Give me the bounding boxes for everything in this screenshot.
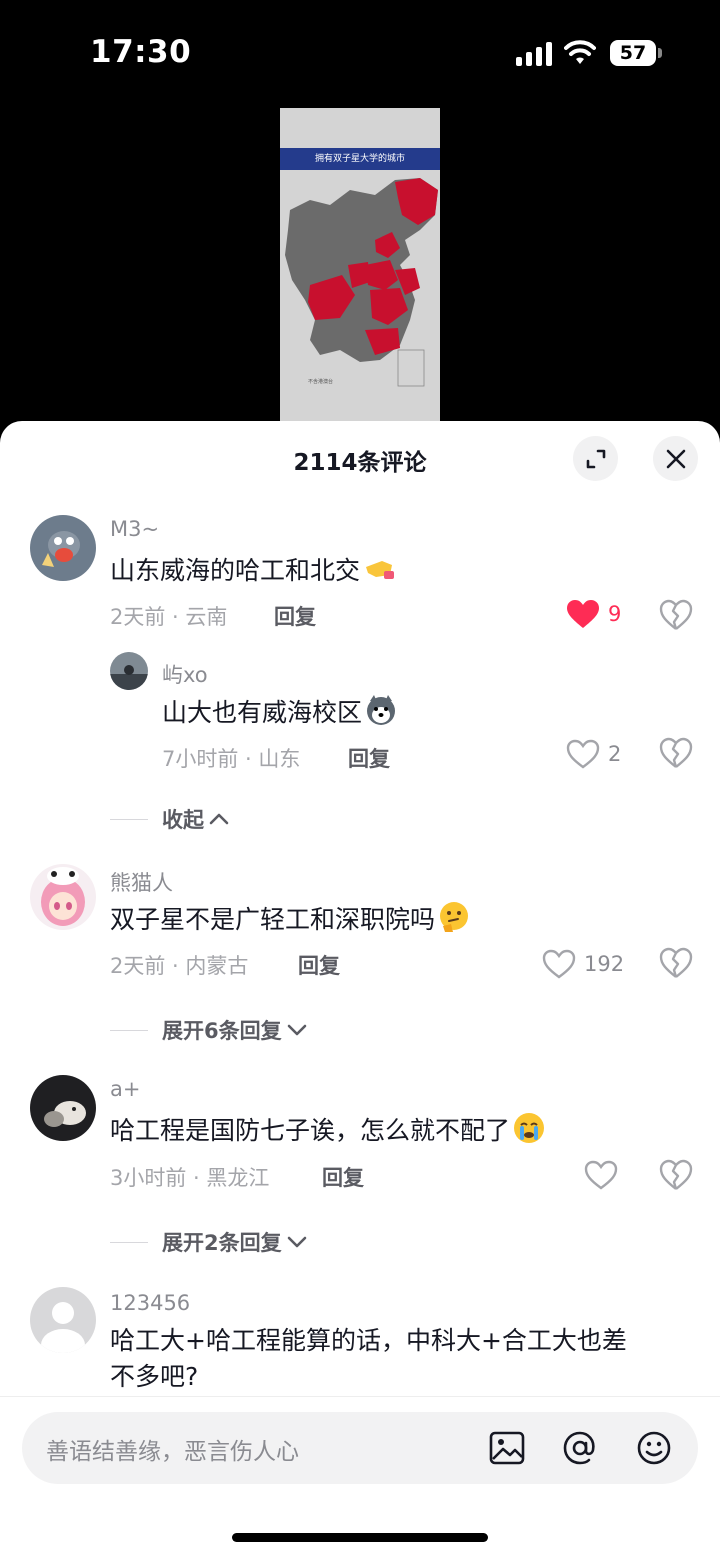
comment-username[interactable]: 123456 bbox=[110, 1291, 190, 1315]
like-count: 9 bbox=[608, 602, 622, 626]
comment-input[interactable]: 善语结善缘，恶言伤人心 bbox=[22, 1412, 698, 1484]
toggle-label: 展开6条回复 bbox=[162, 1019, 282, 1043]
comment-input-placeholder: 善语结善缘，恶言伤人心 bbox=[46, 1439, 299, 1465]
toggle-label: 展开2条回复 bbox=[162, 1231, 282, 1255]
reply-username[interactable]: 屿xo bbox=[162, 659, 208, 689]
video-banner-title: 拥有双子星大学的城市 bbox=[280, 148, 440, 170]
comment-username[interactable]: a+ bbox=[110, 1077, 140, 1101]
wifi-icon bbox=[564, 40, 596, 64]
comment-time-location: 3小时前 · 黑龙江 bbox=[110, 1166, 270, 1190]
expand-icon bbox=[586, 449, 605, 468]
reply-text: 山大也有威海校区 bbox=[162, 693, 398, 731]
heart-outline-icon bbox=[584, 1160, 618, 1190]
like-button[interactable]: 9 bbox=[566, 599, 621, 629]
divider-line bbox=[110, 818, 148, 820]
heart-outline-icon bbox=[542, 949, 576, 979]
comment-text: 双子星不是广轻工和深职院吗 bbox=[110, 900, 471, 938]
comment-text-content: 山东威海的哈工和北交 bbox=[110, 556, 361, 585]
comment-time-location: 2天前 · 云南 bbox=[110, 605, 228, 629]
reply-text-content: 山大也有威海校区 bbox=[162, 698, 363, 727]
comment-input-bar: 善语结善缘，恶言伤人心 bbox=[0, 1396, 720, 1561]
heart-filled-icon bbox=[567, 600, 599, 628]
reply-button[interactable]: 回复 bbox=[298, 950, 340, 980]
reply-button[interactable]: 回复 bbox=[322, 1162, 364, 1192]
reply-avatar[interactable] bbox=[110, 652, 148, 690]
collapse-replies-button[interactable]: 收起 bbox=[110, 804, 230, 834]
chevron-down-icon bbox=[287, 1024, 306, 1036]
dislike-broken-heart-icon[interactable] bbox=[659, 1159, 693, 1191]
reply-button[interactable]: 回复 bbox=[274, 601, 316, 631]
thinking-emoji bbox=[440, 902, 469, 932]
comment-text-line-1: 哈工大+哈工程能算的话，中科大+合工大也差 bbox=[110, 1326, 627, 1355]
status-time: 17:30 bbox=[90, 34, 192, 70]
avatar[interactable] bbox=[30, 1287, 96, 1353]
toggle-label: 收起 bbox=[162, 808, 204, 832]
chevron-down-icon bbox=[287, 1236, 306, 1248]
china-map-image bbox=[285, 178, 438, 387]
avatar[interactable] bbox=[30, 864, 96, 930]
like-button[interactable]: 192 bbox=[542, 949, 624, 979]
at-mention-icon[interactable] bbox=[561, 1429, 599, 1467]
expand-replies-button[interactable]: 展开6条回复 bbox=[110, 1015, 308, 1045]
expand-replies-button[interactable]: 展开2条回复 bbox=[110, 1227, 308, 1257]
expand-button[interactable] bbox=[573, 436, 618, 481]
comment-text-content: 双子星不是广轻工和深职院吗 bbox=[110, 905, 436, 934]
divider-line bbox=[110, 1241, 148, 1243]
close-icon bbox=[666, 449, 685, 468]
close-button[interactable] bbox=[653, 436, 698, 481]
chevron-up-icon bbox=[209, 813, 229, 825]
emoji-picker-icon[interactable] bbox=[635, 1429, 673, 1467]
avatar[interactable] bbox=[30, 515, 96, 581]
comment-text-line-2: 不多吧? bbox=[110, 1362, 199, 1391]
reply-time-location: 7小时前 · 山东 bbox=[162, 747, 301, 771]
comment-username[interactable]: M3~ bbox=[110, 517, 159, 541]
battery-tip bbox=[658, 48, 662, 58]
reply-button[interactable]: 回复 bbox=[348, 743, 390, 773]
like-count: 2 bbox=[608, 742, 622, 766]
crying-emoji bbox=[514, 1113, 545, 1143]
dislike-broken-heart-icon[interactable] bbox=[659, 947, 693, 979]
video-map-note: 不含港澳台 bbox=[308, 379, 334, 385]
divider-line bbox=[110, 1029, 148, 1031]
point-right-emoji bbox=[366, 561, 395, 579]
avatar[interactable] bbox=[30, 1075, 96, 1141]
comment-text: 山东威海的哈工和北交 bbox=[110, 551, 396, 589]
video-preview[interactable]: 拥有双子星大学的城市 不含港澳台 bbox=[280, 108, 440, 424]
dislike-broken-heart-icon[interactable] bbox=[659, 599, 693, 631]
status-bar: 17:30 57 bbox=[0, 0, 720, 100]
comment-sheet: 2114条评论 M3~ 山东威海的哈工和北交 2天前 · 云南 回复 9 屿xo… bbox=[0, 421, 720, 1561]
like-button[interactable]: 2 bbox=[566, 739, 621, 769]
comment-text: 哈工程是国防七子诶，怎么就不配了 bbox=[110, 1111, 546, 1149]
comment-text-content: 哈工程是国防七子诶，怎么就不配了 bbox=[110, 1116, 511, 1145]
like-button[interactable] bbox=[584, 1160, 626, 1190]
comment-username[interactable]: 熊猫人 bbox=[110, 867, 173, 897]
image-icon[interactable] bbox=[488, 1429, 526, 1467]
battery-indicator: 57 bbox=[610, 40, 656, 66]
comment-time-location: 2天前 · 内蒙古 bbox=[110, 954, 249, 978]
cellular-signal-icon bbox=[516, 42, 552, 66]
husky-emoji bbox=[367, 695, 396, 725]
home-indicator[interactable] bbox=[232, 1533, 488, 1542]
dislike-broken-heart-icon[interactable] bbox=[659, 737, 693, 769]
heart-outline-icon bbox=[566, 739, 600, 769]
like-count: 192 bbox=[584, 952, 625, 976]
